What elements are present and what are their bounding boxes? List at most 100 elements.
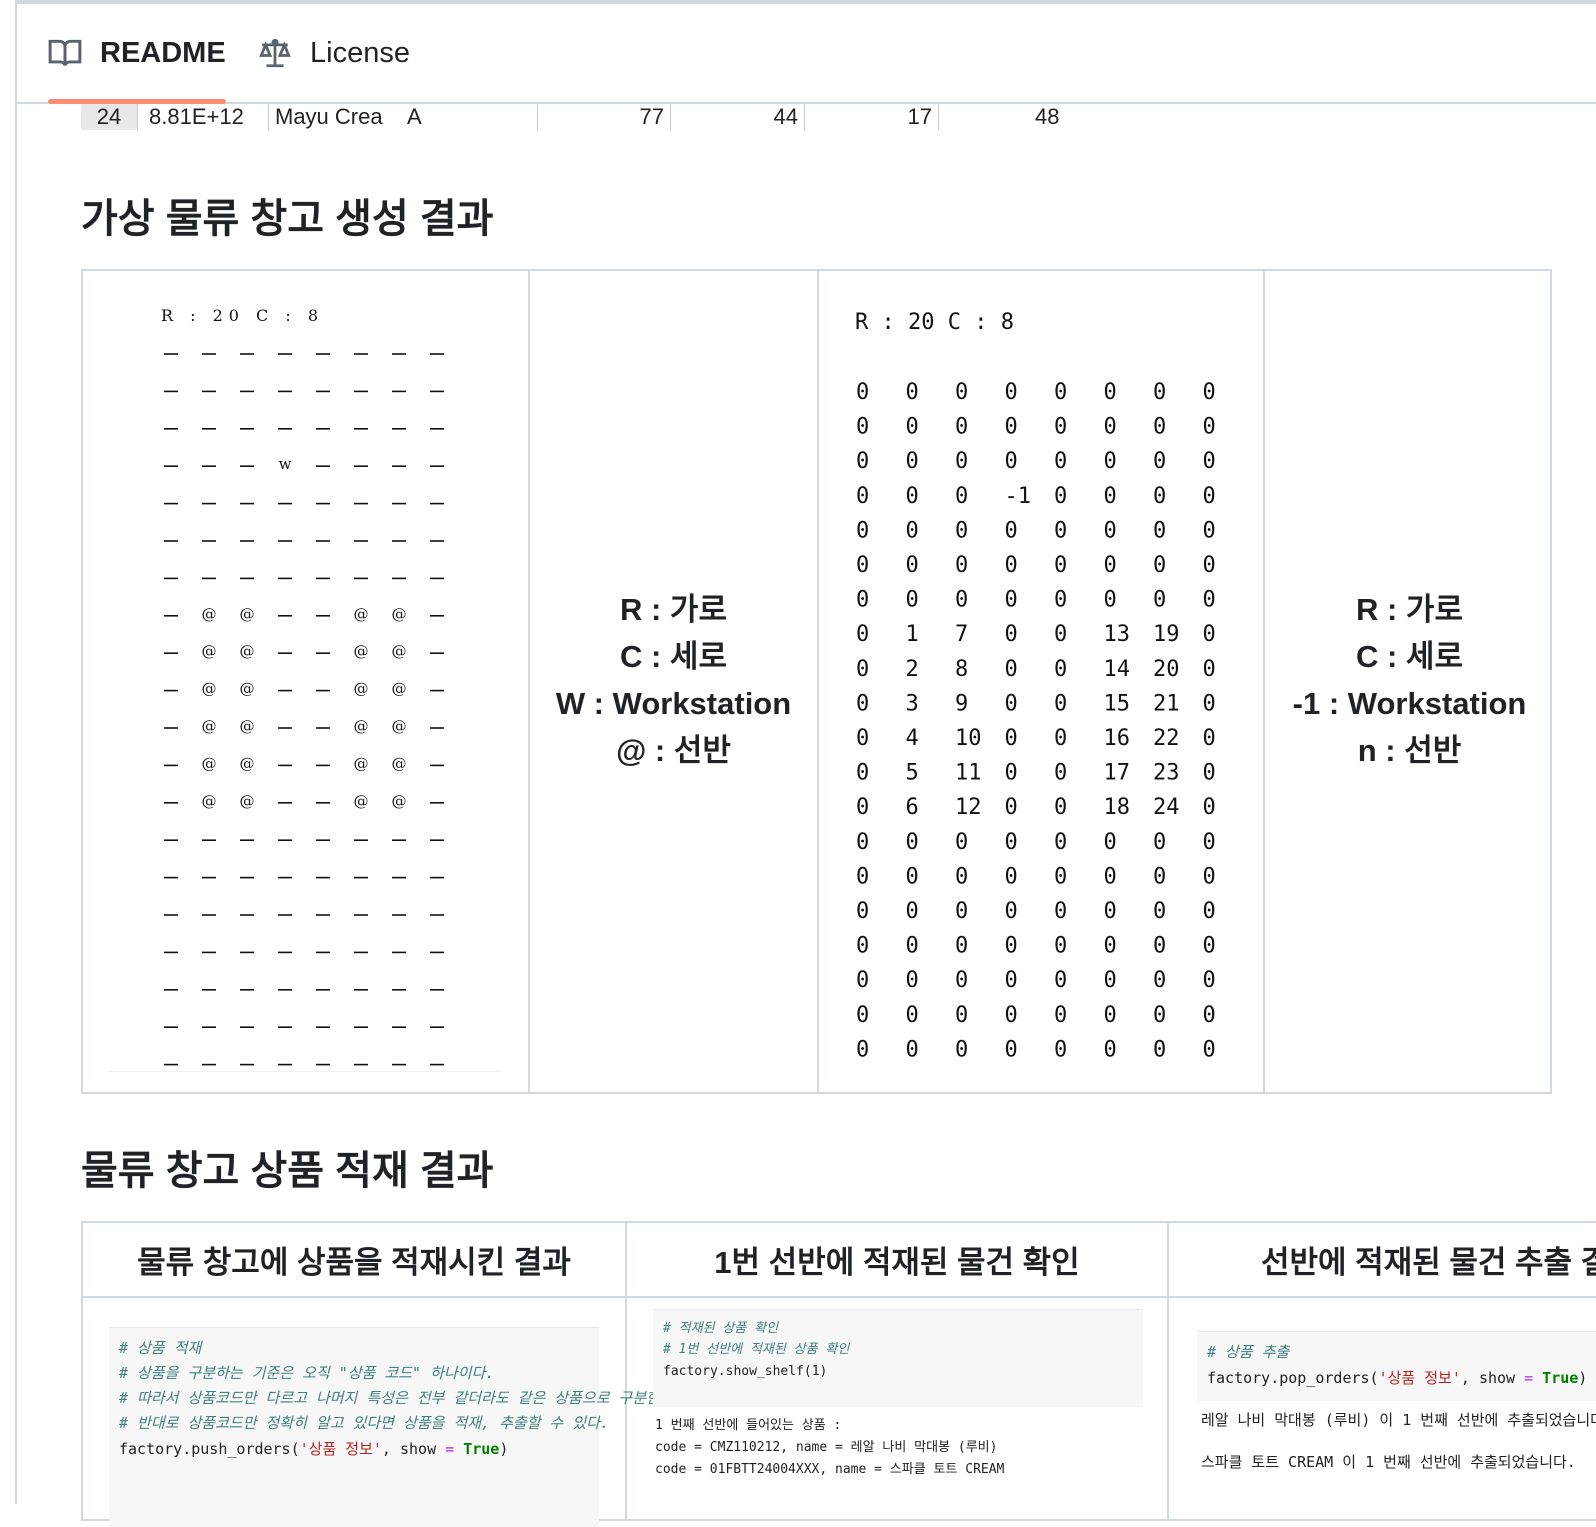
numeric-cell: 16	[1104, 726, 1131, 751]
code-text: , show	[381, 1440, 446, 1458]
numeric-cell: 0	[1203, 380, 1216, 405]
tab-license[interactable]: License	[258, 4, 410, 102]
ascii-shelf-cell: @	[202, 792, 217, 810]
legend-line: @ : 선반	[616, 733, 731, 768]
numeric-cell: 0	[1054, 553, 1067, 578]
output-text: code = 01FBTT24004XXX, name = 스파클 토트 CRE…	[655, 1462, 1005, 1477]
numeric-cell: 0	[955, 864, 968, 889]
numeric-cell: 0	[1054, 726, 1067, 751]
ascii-legend: R : 가로 C : 세로 W : Workstation @ : 선반	[530, 586, 817, 774]
numeric-cell: 0	[1203, 553, 1216, 578]
numeric-cell: 0	[1153, 934, 1166, 959]
numeric-cell: 0	[1153, 968, 1166, 993]
ascii-shelf-cell: @	[354, 642, 369, 660]
numeric-warehouse-image: R : 20 C : 8 0 0 0 0 0 0 0 0 0 0 0 0 0 0 0 0 0 0 0 0 0 0 0 0 0 0 0 -…	[841, 287, 1241, 1077]
numeric-cell: 0	[1153, 415, 1166, 440]
sheet-cell-value: 17	[805, 104, 939, 130]
numeric-cell: 0	[1054, 830, 1067, 855]
numeric-cell: 0	[955, 588, 968, 613]
output-text: 1 번째 선반에 들어있는 상품 :	[655, 1418, 842, 1433]
ascii-shelf-cell: @	[354, 754, 369, 772]
numeric-cell: 0	[906, 968, 919, 993]
tab-readme[interactable]: README	[48, 4, 226, 104]
numeric-cell: 0	[1104, 588, 1117, 613]
numeric-cell: 0	[856, 518, 869, 543]
result-column: 1번 선반에 적재된 물건 확인 # 적재된 상품 확인 # 1번 선반에 적재…	[627, 1223, 1169, 1519]
numeric-cell: 0	[856, 1003, 869, 1028]
code-operator: =	[445, 1440, 455, 1458]
sheet-cell-value: 44	[671, 104, 805, 130]
numeric-cell: 0	[1104, 899, 1117, 924]
numeric-cell: 0	[955, 380, 968, 405]
numeric-cell: 0	[1203, 449, 1216, 474]
numeric-cell: 0	[1054, 968, 1067, 993]
numeric-cell: 0	[1054, 864, 1067, 889]
ascii-shelf-cell: @	[392, 642, 407, 660]
ascii-header: R : 20 C : 8	[161, 306, 324, 325]
ascii-shelf-cell: @	[392, 754, 407, 772]
code-operator: =	[1524, 1369, 1534, 1387]
numeric-cell: 0	[1203, 934, 1216, 959]
numeric-legend: R : 가로 C : 세로 -1 : Workstation n : 선반	[1265, 586, 1554, 774]
numeric-cell: 0	[856, 380, 869, 405]
tab-bar: README License	[17, 4, 1596, 104]
numeric-map-cell: R : 20 C : 8 0 0 0 0 0 0 0 0 0 0 0 0 0 0 0 0 0 0 0 0 0 0 0 0 0 0 0 -…	[819, 271, 1265, 1092]
sheet-cell-value: 77	[537, 104, 671, 130]
result-column: 물류 창고에 상품을 적재시킨 결과 # 상품 적재 # 상품을 구분하는 기준…	[83, 1223, 683, 1527]
numeric-cell: 0	[856, 830, 869, 855]
numeric-cell: 0	[1203, 588, 1216, 613]
numeric-cell: 0	[906, 415, 919, 440]
result-table: 물류 창고에 상품을 적재시킨 결과 # 상품 적재 # 상품을 구분하는 기준…	[81, 1221, 1596, 1527]
numeric-cell: 0	[1005, 726, 1018, 751]
numeric-cell: 24	[1153, 795, 1180, 820]
numeric-cell: 0	[906, 449, 919, 474]
numeric-cell: 0	[955, 1003, 968, 1028]
numeric-cell: 0	[1005, 1037, 1018, 1062]
ascii-shelf-cell: @	[240, 717, 255, 735]
numeric-cell: 3	[906, 691, 919, 716]
numeric-cell: 0	[1153, 553, 1166, 578]
numeric-cell: 0	[856, 415, 869, 440]
numeric-cell: 0	[906, 484, 919, 509]
numeric-cell: 0	[1153, 899, 1166, 924]
legend-line: W : Workstation	[555, 686, 792, 721]
numeric-cell: 9	[955, 691, 968, 716]
numeric-cell: 0	[1054, 1003, 1067, 1028]
legend-line: n : 선반	[1357, 733, 1462, 768]
numeric-cell: 0	[1005, 761, 1018, 786]
numeric-cell: 18	[1104, 795, 1131, 820]
code-comment: # 반대로 상품코드만 정확히 알고 있다면 상품을 적재, 추출할 수 있다.	[119, 1414, 610, 1432]
numeric-cell: 0	[856, 484, 869, 509]
numeric-cell: 0	[1054, 622, 1067, 647]
numeric-cell: 0	[1054, 380, 1067, 405]
numeric-cell: 1	[906, 622, 919, 647]
ascii-shelf-cell: @	[240, 792, 255, 810]
numeric-cell: 0	[1153, 449, 1166, 474]
numeric-cell: 0	[1005, 657, 1018, 682]
numeric-cell: 0	[1203, 968, 1216, 993]
numeric-cell: 0	[1005, 553, 1018, 578]
warehouse-table: R : 20 C : 8 w @ @ @ @ @ @ @ @ @ @ @ @ @ @ @ @ @ @ @ @ @ @ @ @ R …	[81, 269, 1552, 1094]
section-title-generate: 가상 물류 창고 생성 결과	[81, 197, 494, 241]
numeric-cell: 0	[856, 691, 869, 716]
numeric-cell: 0	[1203, 761, 1216, 786]
numeric-cell: 0	[1104, 934, 1117, 959]
numeric-cell: 0	[1104, 380, 1117, 405]
tab-license-label: License	[310, 36, 410, 69]
numeric-cell: 0	[1203, 1037, 1216, 1062]
code-cell-pop: # 상품 추출 factory.pop_orders('상품 정보', show…	[1197, 1331, 1596, 1401]
code-comment: # 상품 추출	[1207, 1343, 1290, 1361]
numeric-cell: 0	[1104, 968, 1117, 993]
numeric-cell: 0	[1005, 968, 1018, 993]
numeric-cell: 0	[1054, 899, 1067, 924]
numeric-cell: 0	[1153, 830, 1166, 855]
legend-line: C : 세로	[1356, 639, 1463, 674]
code-string: '상품 정보'	[1378, 1369, 1461, 1387]
numeric-cell: 0	[856, 1037, 869, 1062]
numeric-cell: 0	[1005, 588, 1018, 613]
numeric-cell: 0	[906, 934, 919, 959]
numeric-cell: 0	[1153, 1037, 1166, 1062]
tab-readme-label: README	[100, 36, 226, 69]
code-cell-push: # 상품 적재 # 상품을 구분하는 기준은 오직 "상품 코드" 하나이다. …	[109, 1327, 683, 1527]
result-column: 선반에 적재된 물건 추출 결과 # 상품 추출 factory.pop_ord…	[1169, 1223, 1596, 1519]
